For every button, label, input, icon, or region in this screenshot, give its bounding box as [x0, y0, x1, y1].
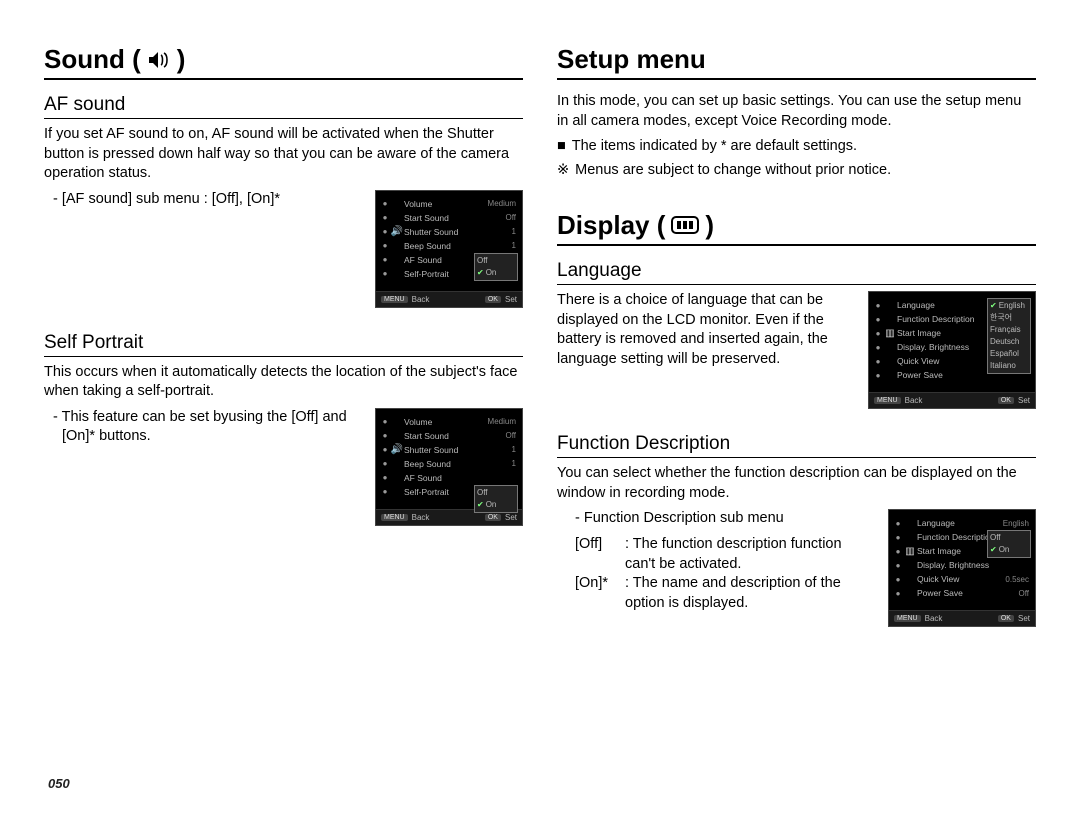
- menu-row: ●Beep Sound1: [380, 239, 518, 253]
- setup-note-default: ■ The items indicated by * are default s…: [557, 137, 1036, 157]
- self-portrait-heading: Self Portrait: [44, 332, 523, 357]
- menu-row: ●Start SoundOff: [380, 211, 518, 225]
- setup-menu-heading: Setup menu: [557, 44, 1036, 80]
- fd-on-row: [On]* : The name and description of the …: [575, 574, 874, 613]
- self-portrait-desc: This occurs when it automatically detect…: [44, 363, 523, 402]
- menu-back-label: Back: [412, 513, 430, 522]
- right-column: Setup menu In this mode, you can set up …: [557, 44, 1036, 795]
- af-sound-submenu: - [AF sound] sub menu : [Off], [On]*: [62, 190, 361, 210]
- sound-heading: Sound ( ): [44, 44, 523, 80]
- left-column: Sound ( ) AF sound If you set AF sound t…: [44, 44, 523, 795]
- af-sound-screenshot: ●VolumeMedium●Start SoundOff●🔊Shutter So…: [375, 190, 523, 308]
- self-portrait-screenshot: ●VolumeMedium●Start SoundOff●🔊Shutter So…: [375, 408, 523, 526]
- menu-row: ●Start SoundOff: [380, 429, 518, 443]
- self-portrait-submenu: - This feature can be set byusing the [O…: [62, 408, 361, 447]
- display-heading-close: ): [705, 210, 714, 241]
- menu-row: ●LanguageEnglish: [893, 516, 1031, 530]
- menu-row: ●Display. Brightness: [893, 558, 1031, 572]
- af-sound-desc: If you set AF sound to on, AF sound will…: [44, 125, 523, 184]
- setup-note-change: ※ Menus are subject to change without pr…: [557, 161, 1036, 181]
- display-heading: Display ( ): [557, 210, 1036, 246]
- setup-menu-desc: In this mode, you can set up basic setti…: [557, 92, 1036, 131]
- menu-popup: English한국어FrançaisDeutschEspañolItaliano: [987, 298, 1031, 374]
- menu-row: ●VolumeMedium: [380, 415, 518, 429]
- fd-submenu-head: - Function Description sub menu: [575, 509, 874, 529]
- menu-row: ●AF Sound: [380, 471, 518, 485]
- display-icon: [671, 216, 699, 236]
- function-description-desc: You can select whether the function desc…: [557, 464, 1036, 503]
- menu-row: ●Power SaveOff: [893, 586, 1031, 600]
- menu-back-label: Back: [412, 295, 430, 304]
- square-bullet-icon: ■: [557, 137, 566, 157]
- menu-back-label: Back: [925, 614, 943, 623]
- menu-set-label: Set: [505, 513, 517, 522]
- function-description-heading: Function Description: [557, 433, 1036, 458]
- menu-back-label: Back: [905, 396, 923, 405]
- display-heading-text: Display (: [557, 210, 665, 241]
- menu-popup: OffOn: [987, 530, 1031, 558]
- menu-set-label: Set: [505, 295, 517, 304]
- language-desc: There is a choice of language that can b…: [557, 291, 854, 369]
- reference-mark-icon: ※: [557, 161, 569, 181]
- menu-row: ●🔊Shutter Sound1: [380, 443, 518, 457]
- sound-heading-close: ): [177, 44, 186, 75]
- menu-popup: OffOn: [474, 253, 518, 281]
- menu-row: ●Beep Sound1: [380, 457, 518, 471]
- speaker-icon: [147, 50, 171, 70]
- language-screenshot: ●Language●Function Description●▥Start Im…: [868, 291, 1036, 409]
- sound-heading-text: Sound (: [44, 44, 141, 75]
- function-description-screenshot: ●LanguageEnglish●Function Description●▥S…: [888, 509, 1036, 627]
- menu-popup: OffOn: [474, 485, 518, 513]
- fd-off-row: [Off] : The function description functio…: [575, 535, 874, 574]
- af-sound-heading: AF sound: [44, 94, 523, 119]
- menu-set-label: Set: [1018, 396, 1030, 405]
- menu-set-label: Set: [1018, 614, 1030, 623]
- menu-row: ●Quick View0.5sec: [893, 572, 1031, 586]
- menu-row: ●VolumeMedium: [380, 197, 518, 211]
- page-number: 050: [48, 776, 70, 791]
- menu-row: ●🔊Shutter Sound1: [380, 225, 518, 239]
- language-heading: Language: [557, 260, 1036, 285]
